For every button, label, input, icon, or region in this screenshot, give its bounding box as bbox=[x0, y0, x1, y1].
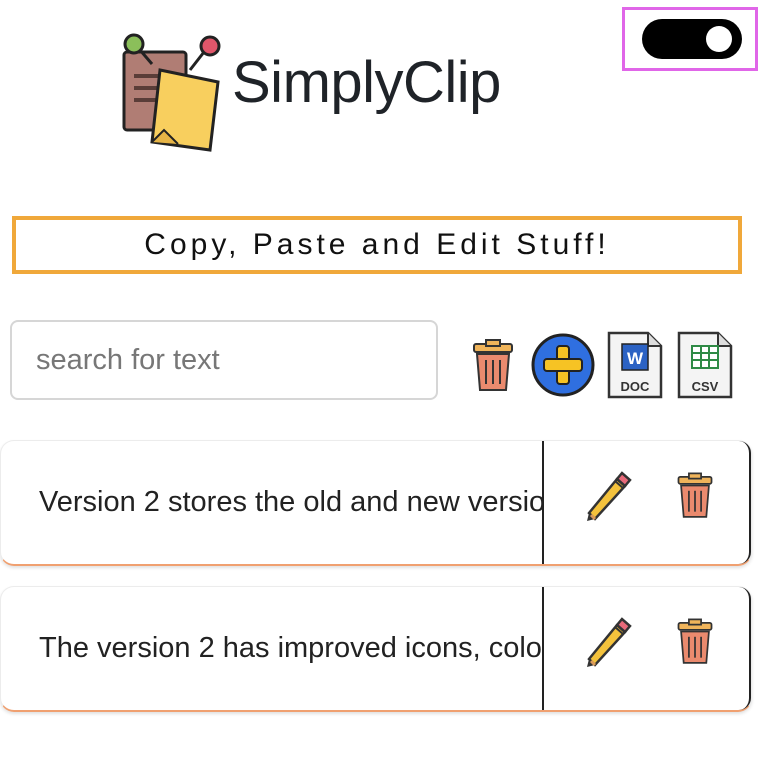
clip-edge bbox=[739, 441, 751, 564]
clip-divider bbox=[542, 587, 544, 710]
svg-text:CSV: CSV bbox=[692, 379, 719, 394]
clip-edge bbox=[739, 587, 751, 710]
tagline: Copy, Paste and Edit Stuff! bbox=[12, 216, 742, 274]
pencil-icon bbox=[587, 471, 632, 521]
theme-toggle-frame bbox=[622, 7, 758, 71]
toggle-knob bbox=[706, 26, 732, 52]
clip-text[interactable]: Version 2 stores the old and new version… bbox=[39, 441, 543, 564]
trash-icon bbox=[677, 618, 713, 664]
add-clip-button[interactable] bbox=[530, 332, 596, 403]
search-input[interactable] bbox=[10, 320, 438, 400]
theme-toggle[interactable] bbox=[642, 19, 742, 59]
delete-clip-button[interactable] bbox=[675, 617, 715, 672]
trash-icon bbox=[473, 339, 513, 391]
pencil-icon bbox=[587, 617, 632, 667]
clip-divider bbox=[542, 441, 544, 564]
plus-circle-icon bbox=[531, 333, 595, 397]
clip-item: The version 2 has improved icons, colors bbox=[0, 586, 752, 712]
csv-file-icon: CSV bbox=[677, 331, 733, 399]
word-doc-icon: W DOC bbox=[607, 331, 663, 399]
export-csv-button[interactable]: CSV bbox=[676, 330, 734, 405]
clip-item: Version 2 stores the old and new version… bbox=[0, 440, 752, 566]
export-doc-button[interactable]: W DOC bbox=[606, 330, 664, 405]
delete-clip-button[interactable] bbox=[675, 471, 715, 526]
clip-text[interactable]: The version 2 has improved icons, colors bbox=[39, 587, 543, 710]
svg-text:W: W bbox=[627, 349, 644, 368]
edit-clip-button[interactable] bbox=[579, 469, 633, 528]
edit-clip-button[interactable] bbox=[579, 615, 633, 674]
svg-text:DOC: DOC bbox=[621, 379, 651, 394]
trash-icon bbox=[677, 472, 713, 518]
delete-all-button[interactable] bbox=[470, 338, 516, 399]
app-title: SimplyClip bbox=[232, 50, 501, 115]
clipboard-notes-icon bbox=[122, 33, 221, 152]
logo bbox=[118, 30, 228, 154]
